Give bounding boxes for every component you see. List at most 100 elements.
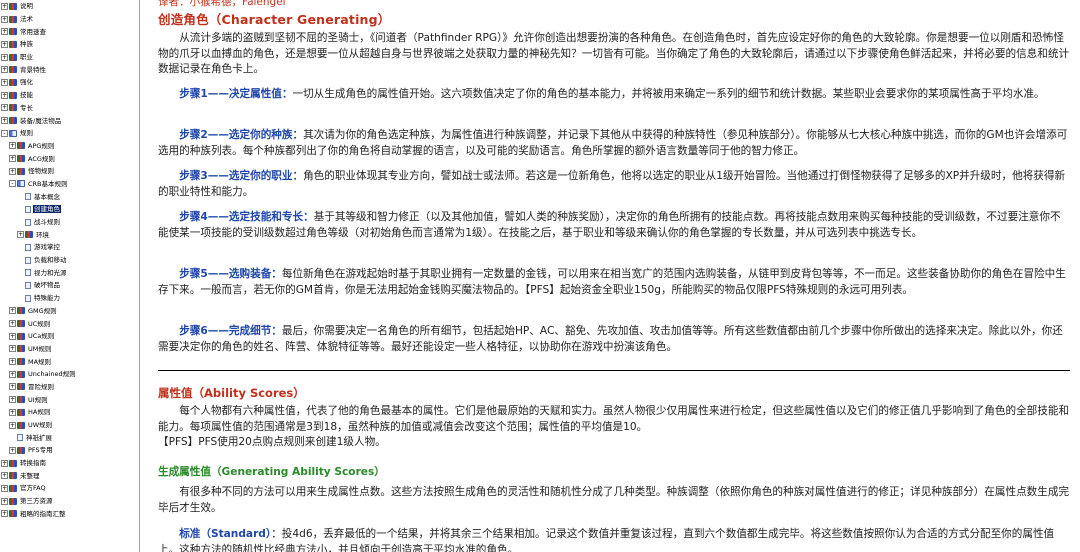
tree-item[interactable]: + 说明 [0,0,139,13]
collapse-icon[interactable]: - [1,129,8,137]
expand-icon[interactable]: + [17,231,24,239]
expand-icon[interactable]: + [9,345,16,353]
expand-icon[interactable]: + [9,408,16,416]
expand-icon[interactable]: + [9,396,16,404]
open-book-icon [9,129,17,137]
tree-item[interactable]: + 转换指南 [0,457,139,470]
expand-icon[interactable]: + [1,117,8,125]
tree-item[interactable]: + UI规则 [0,393,139,406]
book-icon [9,2,17,10]
expand-icon[interactable]: + [9,307,16,315]
tree-item[interactable]: + 第三方资源 [0,495,139,508]
standard-method: 标准（Standard）：投4d6，丢弃最低的一个结果，并将其余三个结果相加。记… [158,527,1070,552]
tree-item[interactable]: + 技能 [0,89,139,102]
tree-item[interactable]: + UC规则 [0,317,139,330]
tree-item[interactable]: + HA规则 [0,406,139,419]
tree-item[interactable]: + 粗略的指南汇整 [0,508,139,521]
book-icon [9,497,17,505]
book-icon [9,472,17,480]
expand-icon[interactable]: + [9,358,16,366]
expand-icon[interactable]: + [1,459,8,467]
tree-item[interactable]: 神祇扩展 [0,431,139,444]
book-icon [17,408,25,416]
expand-icon[interactable]: + [9,167,16,175]
step-4-title: 步骤4——选定技能和专长： [179,211,314,223]
book-icon [17,358,25,366]
tree-item[interactable]: + GMG规则 [0,305,139,318]
tree-item[interactable]: + Unchained规则 [0,368,139,381]
tree-item[interactable]: 游戏掌控 [0,241,139,254]
tree-item[interactable]: + 专长 [0,102,139,115]
tree-spacer [17,281,24,289]
tree-item[interactable]: + 职业 [0,51,139,64]
page-icon [25,205,31,213]
tree-item[interactable]: + 常用速查 [0,25,139,38]
tree-item[interactable]: + 官方FAQ [0,482,139,495]
expand-icon[interactable]: + [1,28,8,36]
tree-item[interactable]: + 怪物规则 [0,165,139,178]
expand-icon[interactable]: + [9,370,16,378]
collapse-icon[interactable]: - [9,180,16,188]
expand-icon[interactable]: + [1,78,8,86]
expand-icon[interactable]: + [1,66,8,74]
navigation-tree[interactable]: + 说明 + 法术 + 常用速查 + 种族 + 职业 + 背景特性 + 强化 + 技能 + 专长 + 装备/魔法物品 -… [0,0,140,552]
tree-item[interactable]: + 法术 [0,13,139,26]
tree-item-label: 神祇扩展 [26,433,52,442]
expand-icon[interactable]: + [9,446,16,454]
tree-item[interactable]: + MA规则 [0,355,139,368]
tree-item[interactable]: 负载和移动 [0,254,139,267]
book-icon [9,53,17,61]
tree-item-label: 说明 [20,2,33,11]
tree-item[interactable]: + 种族 [0,38,139,51]
tree-item[interactable]: + ACG规则 [0,152,139,165]
tree-item[interactable]: 基本概念 [0,190,139,203]
tree-item-label: 基本概念 [34,192,60,201]
expand-icon[interactable]: + [1,15,8,23]
tree-item[interactable]: - 规则 [0,127,139,140]
tree-item[interactable]: 创建角色 [0,203,139,216]
tree-item[interactable]: - CRB基本规则 [0,178,139,191]
generating-heading: 生成属性值（Generating Ability Scores） [158,466,385,478]
tree-item-label: 特殊能力 [34,294,60,303]
tree-item-label: 转换指南 [20,459,46,468]
tree-item[interactable]: + UCa规则 [0,330,139,343]
tree-item[interactable]: + UW规则 [0,419,139,432]
expand-icon[interactable]: + [1,472,8,480]
tree-item[interactable]: 战斗规则 [0,216,139,229]
tree-item[interactable]: + 背景特性 [0,63,139,76]
tree-item[interactable]: 破坏物品 [0,279,139,292]
expand-icon[interactable]: + [1,484,8,492]
tree-item[interactable]: + UM规则 [0,343,139,356]
expand-icon[interactable]: + [1,497,8,505]
expand-icon[interactable]: + [1,2,8,10]
expand-icon[interactable]: + [1,91,8,99]
tree-item-label: 游戏掌控 [34,243,60,252]
tree-item-label: 负载和移动 [34,256,67,265]
tree-item[interactable]: 特殊能力 [0,292,139,305]
tree-item-label: PFS专用 [28,446,53,455]
tree-item[interactable]: + 未整理 [0,469,139,482]
expand-icon[interactable]: + [9,142,16,150]
expand-icon[interactable]: + [1,104,8,112]
expand-icon[interactable]: + [1,40,8,48]
generating-paragraph: 有很多种不同的方法可以用来生成属性点数。这些方法按照生成角色的灵活性和随机性分成… [158,486,1070,514]
tree-item[interactable]: + 环境 [0,228,139,241]
expand-icon[interactable]: + [1,510,8,518]
tree-item[interactable]: 视力和光源 [0,266,139,279]
step-5: 步骤5——选购装备：每位新角色在游戏起始时基于其职业拥有一定数量的金钱，可以用来… [158,267,1070,298]
book-icon [9,28,17,36]
expand-icon[interactable]: + [9,421,16,429]
tree-item[interactable]: + 强化 [0,76,139,89]
expand-icon[interactable]: + [9,320,16,328]
expand-icon[interactable]: + [9,155,16,163]
tree-item-label: 视力和光源 [34,268,67,277]
expand-icon[interactable]: + [9,332,16,340]
expand-icon[interactable]: + [1,53,8,61]
tree-item[interactable]: + 装备/魔法物品 [0,114,139,127]
book-icon [17,320,25,328]
tree-item[interactable]: + PFS专用 [0,444,139,457]
tree-item[interactable]: + APG规则 [0,140,139,153]
book-icon [17,446,25,454]
expand-icon[interactable]: + [9,383,16,391]
tree-item[interactable]: + 冒险规则 [0,381,139,394]
